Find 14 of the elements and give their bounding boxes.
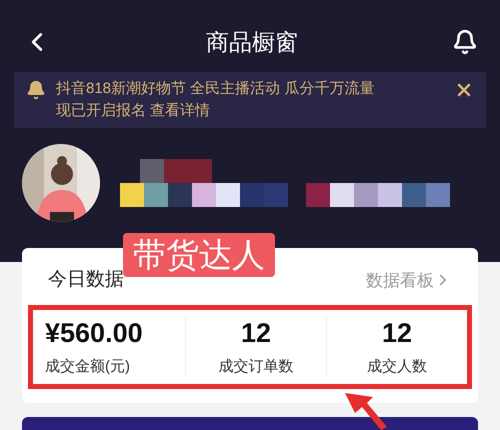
annotation-label: 带货达人 <box>123 233 275 277</box>
bell-icon[interactable] <box>452 29 478 55</box>
stat-value: 12 <box>382 316 412 350</box>
stat-label: 成交人数 <box>367 356 427 376</box>
page-title: 商品橱窗 <box>206 28 298 57</box>
notice-text: 抖音818新潮好物节 全民主播活动 瓜分千万流量现已开启报名 查看详情 <box>56 79 376 121</box>
stat-label: 成交订单数 <box>218 356 294 376</box>
stat-label: 成交金额(元) <box>45 356 130 376</box>
card-title: 今日数据 <box>48 268 124 292</box>
details-link[interactable]: 查看详情 <box>150 102 210 119</box>
stat-value: ¥560.00 <box>45 316 143 350</box>
stat-value: 12 <box>240 316 272 350</box>
annotation-arrow <box>343 391 388 430</box>
bell-icon <box>26 80 46 100</box>
